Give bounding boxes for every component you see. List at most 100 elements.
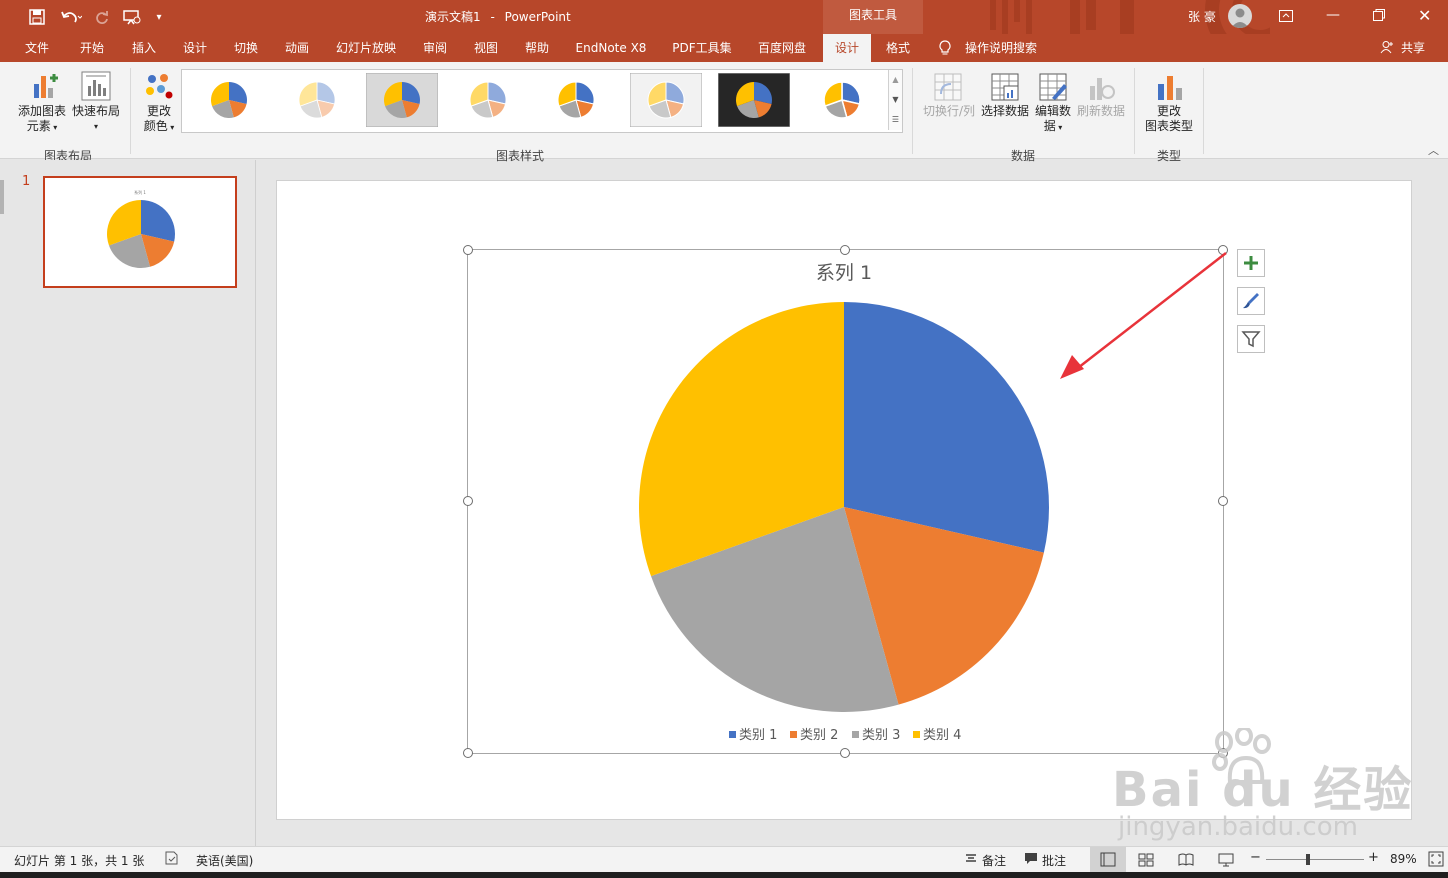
tell-me-search[interactable]: 操作说明搜索 <box>960 34 1042 62</box>
share-icon[interactable] <box>1380 40 1394 57</box>
quick-layout-button[interactable]: 快速布局 ▾ <box>68 104 124 134</box>
tab-pdf-tools[interactable]: PDF工具集 <box>666 34 738 62</box>
zoom-slider-thumb[interactable] <box>1306 854 1310 865</box>
chart-style-2[interactable] <box>281 73 353 127</box>
thumbnail-pie <box>106 200 175 268</box>
fit-to-window-icon[interactable] <box>1428 851 1444 870</box>
quick-layout-icon[interactable] <box>80 70 112 102</box>
slide-count: 幻灯片 第 1 张，共 1 张 <box>14 854 145 868</box>
normal-view-button[interactable] <box>1090 847 1126 873</box>
customize-qat-icon[interactable]: ▾ <box>152 6 166 28</box>
add-chart-element-icon[interactable] <box>28 70 60 102</box>
resize-handle-bottom-left[interactable] <box>463 748 473 758</box>
tab-baidu-netdisk[interactable]: 百度网盘 <box>750 34 814 62</box>
tab-insert[interactable]: 插入 <box>122 34 166 62</box>
chart-style-7[interactable] <box>718 73 790 127</box>
collapse-ribbon-icon[interactable]: ︿ <box>1428 142 1439 158</box>
tab-view[interactable]: 视图 <box>464 34 508 62</box>
lightbulb-icon <box>938 40 952 59</box>
edit-data-button[interactable]: 编辑数 据 ▾ <box>1030 104 1076 135</box>
baidu-watermark: Bai du 经验 jingyan.baidu.com <box>1108 728 1448 848</box>
zoom-in-button[interactable]: + <box>1368 850 1379 865</box>
legend-swatch-1 <box>729 731 736 738</box>
quick-layout-label: 快速布局 <box>71 104 120 118</box>
chart-elements-button[interactable] <box>1237 249 1265 277</box>
zoom-slider-track[interactable] <box>1266 859 1364 860</box>
present-from-start-icon[interactable] <box>120 6 144 28</box>
resize-handle-left[interactable] <box>463 496 473 506</box>
slideshow-view-icon[interactable] <box>1218 852 1234 871</box>
legend-label-3[interactable]: 类别 3 <box>862 728 900 743</box>
share-button[interactable]: 共享 <box>1396 34 1430 62</box>
save-icon[interactable] <box>26 6 48 28</box>
add-chart-element-button[interactable]: 添加图表 元素 ▾ <box>14 104 70 135</box>
chart-style-6[interactable] <box>630 73 702 127</box>
chart-style-1[interactable] <box>193 73 265 127</box>
notes-button[interactable]: 备注 <box>982 852 1006 869</box>
select-data-icon[interactable] <box>990 72 1020 102</box>
chart-style-5[interactable] <box>540 73 612 127</box>
gallery-scroll-up-icon[interactable]: ▲ <box>889 70 902 90</box>
change-colors-icon[interactable] <box>144 72 174 102</box>
tab-endnote[interactable]: EndNote X8 <box>568 34 654 62</box>
chart-legend[interactable]: 类别 1 类别 2 类别 3 类别 4 <box>729 728 961 743</box>
slide-number: 1 <box>22 174 31 189</box>
legend-label-4[interactable]: 类别 4 <box>923 728 961 743</box>
user-name[interactable]: 张 豪 <box>1188 8 1216 25</box>
tab-home[interactable]: 开始 <box>70 34 114 62</box>
user-avatar[interactable] <box>1228 4 1252 28</box>
refresh-data-button[interactable]: 刷新数据 <box>1074 104 1128 119</box>
undo-icon[interactable] <box>56 6 86 28</box>
zoom-out-button[interactable]: − <box>1250 850 1261 865</box>
switch-row-column-button[interactable]: 切换行/列 <box>920 104 978 119</box>
chart-style-8[interactable] <box>806 73 878 127</box>
chart-styles-button[interactable] <box>1237 287 1265 315</box>
comments-button[interactable]: 批注 <box>1042 852 1066 869</box>
comments-icon[interactable] <box>1024 851 1038 868</box>
tab-slide-show[interactable]: 幻灯片放映 <box>330 34 402 62</box>
legend-label-2[interactable]: 类别 2 <box>800 728 838 743</box>
tab-chart-format[interactable]: 格式 <box>876 34 920 62</box>
tab-file[interactable]: 文件 <box>16 34 58 62</box>
select-data-button[interactable]: 选择数据 <box>978 104 1032 119</box>
tab-help[interactable]: 帮助 <box>515 34 559 62</box>
tab-animations[interactable]: 动画 <box>275 34 319 62</box>
restore-icon[interactable] <box>1372 8 1386 25</box>
gallery-scroll-down-icon[interactable]: ▼ <box>889 90 902 110</box>
chart-filters-button[interactable] <box>1237 325 1265 353</box>
slide-thumbnail-1[interactable]: 系列 1 <box>43 176 237 288</box>
zoom-level[interactable]: 89% <box>1390 852 1417 866</box>
spell-check-icon[interactable] <box>164 850 180 869</box>
ribbon-separator <box>1134 68 1135 154</box>
redo-icon[interactable] <box>92 6 112 28</box>
switch-row-column-icon[interactable] <box>933 72 963 102</box>
tab-review[interactable]: 审阅 <box>413 34 457 62</box>
legend-swatch-4 <box>913 731 920 738</box>
minimize-icon[interactable]: — <box>1326 7 1340 23</box>
notes-icon[interactable] <box>964 851 978 868</box>
resize-handle-top[interactable] <box>840 245 850 255</box>
tab-design[interactable]: 设计 <box>174 34 216 62</box>
slide-sorter-icon[interactable] <box>1138 852 1154 871</box>
change-chart-type-button[interactable]: 更改 图表类型 <box>1140 104 1198 134</box>
language-indicator[interactable]: 英语(美国) <box>196 852 253 869</box>
reading-view-icon[interactable] <box>1178 852 1194 871</box>
resize-handle-right[interactable] <box>1218 496 1228 506</box>
edit-data-icon[interactable] <box>1038 72 1068 102</box>
close-icon[interactable]: ✕ <box>1418 6 1431 25</box>
thumbnail-title: 系列 1 <box>134 189 146 195</box>
chart-style-4[interactable] <box>452 73 524 127</box>
change-colors-button[interactable]: 更改 颜色 ▾ <box>136 104 182 135</box>
tab-chart-design[interactable]: 设计 <box>823 34 871 62</box>
ribbon-display-options-icon[interactable] <box>1278 8 1294 27</box>
resize-handle-bottom[interactable] <box>840 748 850 758</box>
legend-label-1[interactable]: 类别 1 <box>739 728 777 743</box>
chart-style-3[interactable] <box>366 73 438 127</box>
change-chart-type-icon[interactable] <box>1155 72 1185 102</box>
refresh-data-icon[interactable] <box>1086 72 1116 102</box>
tab-transitions[interactable]: 切换 <box>224 34 268 62</box>
gallery-more-icon[interactable]: ☰ <box>889 110 902 130</box>
resize-handle-top-left[interactable] <box>463 245 473 255</box>
chart-title[interactable]: 系列 1 <box>816 262 872 284</box>
chart-style-pie <box>469 81 507 119</box>
